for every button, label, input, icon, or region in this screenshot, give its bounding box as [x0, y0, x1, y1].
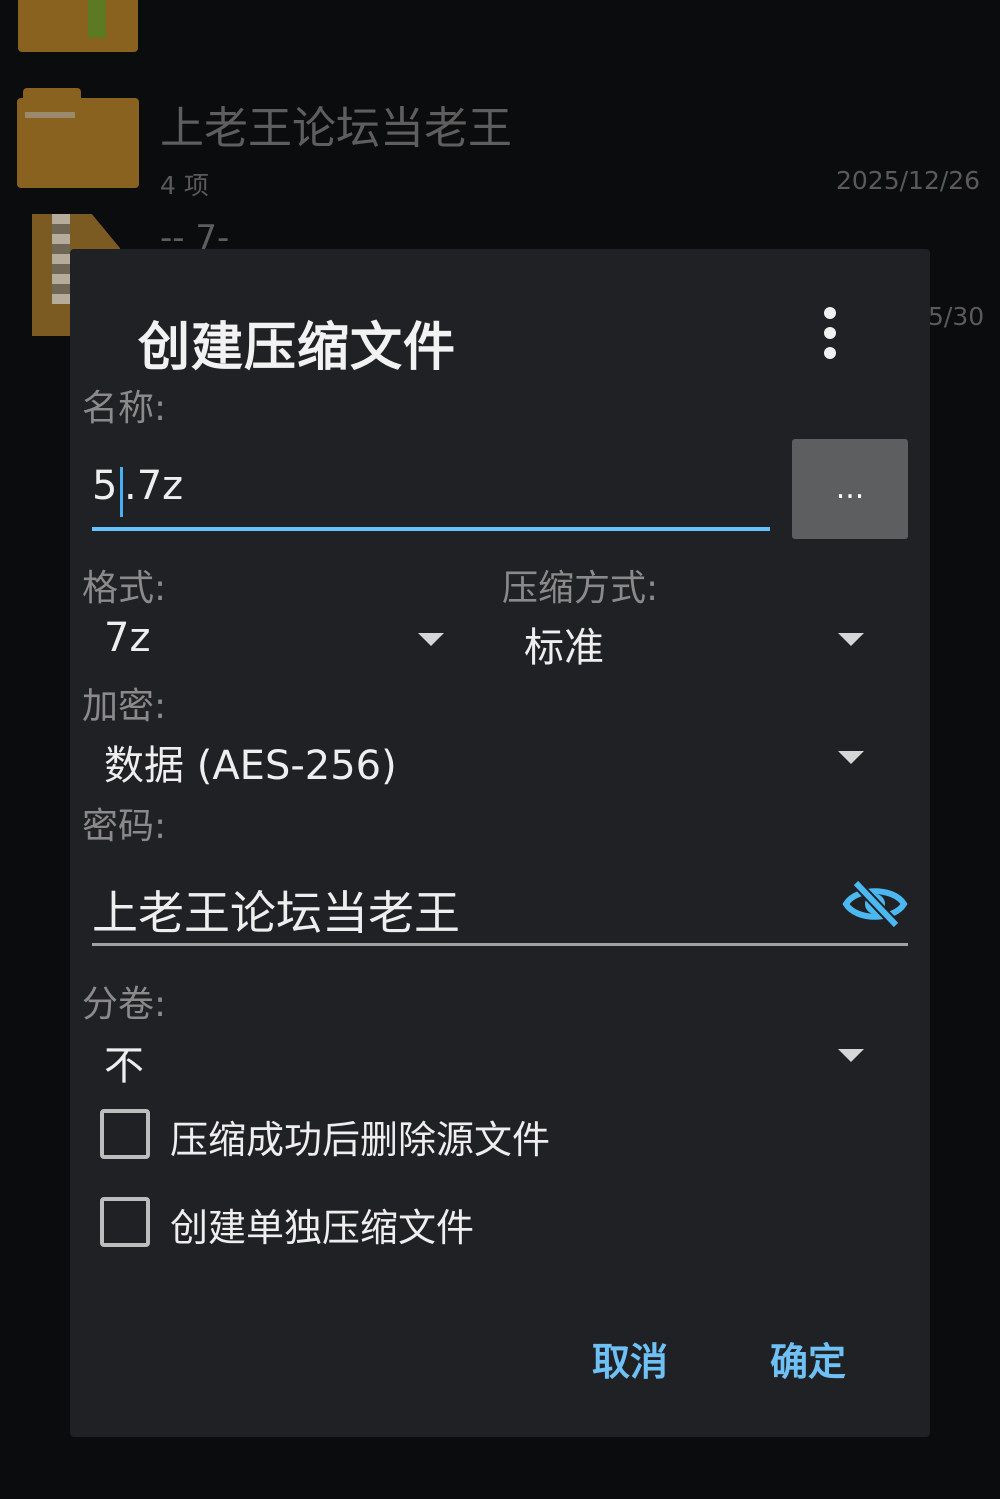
folder-date: 2025/12/26: [836, 166, 981, 195]
split-value: 不: [104, 1043, 144, 1089]
password-input-underline: [92, 943, 908, 946]
browse-button[interactable]: ...: [792, 439, 908, 539]
dropdown-arrow-icon: [418, 633, 444, 646]
encryption-value: 数据 (AES-256): [104, 743, 397, 789]
ok-button[interactable]: 确定: [770, 1331, 846, 1386]
text-caret: [120, 467, 123, 517]
name-text-before-caret: 5: [92, 463, 118, 509]
archive-name-input[interactable]: 5 .7z: [92, 449, 770, 533]
name-input-underline: [92, 527, 770, 531]
method-value: 标准: [524, 625, 604, 671]
dropdown-arrow-icon: [838, 1049, 864, 1062]
password-value: 上老王论坛当老王: [92, 886, 460, 940]
delete-source-label[interactable]: 压缩成功后删除源文件: [170, 1109, 550, 1164]
zipper-icon: [52, 214, 70, 304]
format-value: 7z: [104, 615, 151, 661]
folder-item-count: 4 项: [160, 171, 209, 200]
create-archive-dialog: 创建压缩文件 名称: 5 .7z ... 格式: 7z 压缩方式: 标准 加密:…: [70, 249, 930, 1437]
password-input[interactable]: 上老王论坛当老王: [92, 873, 832, 940]
eye-off-icon[interactable]: [842, 877, 908, 931]
more-vertical-icon[interactable]: [818, 307, 842, 359]
name-label: 名称:: [82, 388, 167, 429]
folder-icon: [17, 88, 139, 188]
dropdown-arrow-icon: [838, 633, 864, 646]
method-label: 压缩方式:: [502, 568, 659, 609]
delete-source-checkbox[interactable]: [100, 1109, 150, 1159]
split-dropdown[interactable]: 不: [92, 1029, 872, 1089]
encryption-label: 加密:: [82, 686, 167, 727]
folder-add-icon: [18, 0, 138, 52]
separate-archive-checkbox[interactable]: [100, 1197, 150, 1247]
dialog-title: 创建压缩文件: [138, 318, 457, 378]
file-date-partial: 5/30: [928, 302, 985, 331]
format-dropdown[interactable]: 7z: [92, 611, 452, 671]
folder-name[interactable]: 上老王论坛当老王: [160, 92, 512, 156]
split-label: 分卷:: [82, 984, 167, 1025]
separate-archive-label[interactable]: 创建单独压缩文件: [170, 1197, 474, 1252]
name-text-after-caret: .7z: [124, 463, 184, 509]
method-dropdown[interactable]: 标准: [512, 611, 872, 671]
encryption-dropdown[interactable]: 数据 (AES-256): [92, 729, 872, 789]
format-label: 格式:: [82, 568, 167, 609]
cancel-button[interactable]: 取消: [592, 1331, 668, 1386]
dropdown-arrow-icon: [838, 751, 864, 764]
password-label: 密码:: [82, 806, 167, 847]
